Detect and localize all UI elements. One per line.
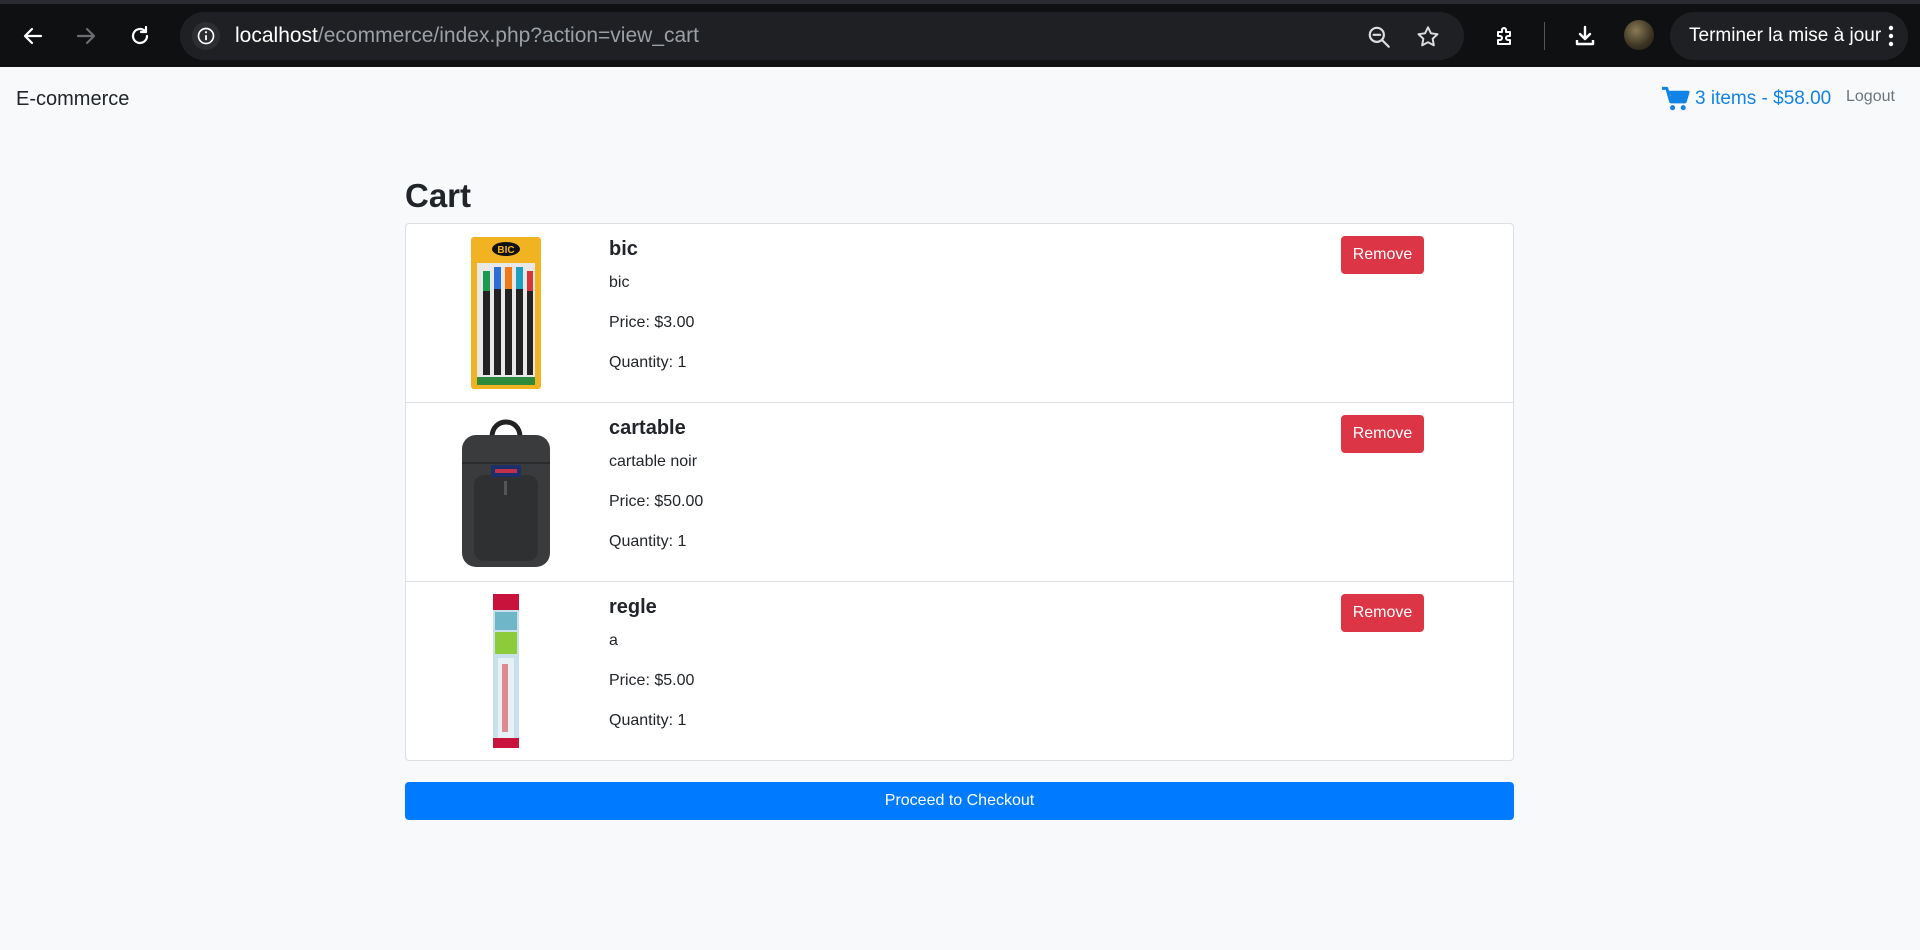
product-image-backpack bbox=[446, 413, 566, 571]
product-image-ruler bbox=[446, 592, 566, 750]
cart-item: BIC bic bic Price: $3.00 Quantity: 1 Rem… bbox=[406, 224, 1513, 403]
address-bar[interactable]: localhost/ecommerce/index.php?action=vie… bbox=[180, 12, 1464, 60]
item-description: cartable noir bbox=[609, 453, 698, 470]
download-icon[interactable] bbox=[1567, 18, 1603, 54]
svg-text:BIC: BIC bbox=[497, 245, 514, 256]
item-name: regle bbox=[609, 596, 657, 618]
reload-icon[interactable] bbox=[122, 18, 158, 54]
item-description: a bbox=[609, 632, 618, 649]
url-text[interactable]: localhost/ecommerce/index.php?action=vie… bbox=[235, 24, 699, 48]
cart-summary-text: 3 items - $58.00 bbox=[1695, 88, 1832, 109]
item-quantity: Quantity: 1 bbox=[609, 354, 687, 371]
url-path: /ecommerce/index.php?action=view_cart bbox=[317, 24, 700, 47]
bookmark-star-icon[interactable] bbox=[1415, 24, 1441, 50]
item-description: bic bbox=[609, 274, 630, 291]
logout-link[interactable]: Logout bbox=[1846, 88, 1895, 106]
checkout-button[interactable]: Proceed to Checkout bbox=[405, 782, 1514, 820]
url-host: localhost bbox=[235, 24, 318, 47]
extensions-icon[interactable] bbox=[1487, 18, 1523, 54]
profile-avatar[interactable] bbox=[1624, 20, 1654, 50]
item-price: Price: $3.00 bbox=[609, 314, 695, 331]
item-price: Price: $5.00 bbox=[609, 672, 695, 689]
cart-item: regle a Price: $5.00 Quantity: 1 Remove bbox=[406, 582, 1513, 760]
update-button-label: Terminer la mise à jour bbox=[1689, 25, 1882, 46]
remove-button[interactable]: Remove bbox=[1341, 594, 1424, 632]
back-icon[interactable] bbox=[15, 18, 51, 54]
item-price: Price: $50.00 bbox=[609, 493, 704, 510]
item-name: cartable bbox=[609, 417, 686, 439]
page-title: Cart bbox=[405, 177, 472, 214]
site-info-icon[interactable] bbox=[192, 22, 220, 50]
update-button[interactable]: Terminer la mise à jour bbox=[1670, 12, 1908, 60]
product-image-pencils: BIC bbox=[446, 234, 566, 392]
item-name: bic bbox=[609, 238, 638, 260]
cart-items-list: BIC bic bic Price: $3.00 Quantity: 1 Rem… bbox=[405, 223, 1514, 761]
browser-toolbar: localhost/ecommerce/index.php?action=vie… bbox=[0, 0, 1920, 67]
zoom-icon[interactable] bbox=[1366, 24, 1392, 50]
shopping-cart-icon bbox=[1661, 86, 1690, 111]
site-brand[interactable]: E-commerce bbox=[16, 88, 129, 111]
remove-button[interactable]: Remove bbox=[1341, 415, 1424, 453]
forward-icon[interactable] bbox=[68, 18, 104, 54]
cart-item: cartable cartable noir Price: $50.00 Qua… bbox=[406, 403, 1513, 582]
toolbar-divider bbox=[1544, 22, 1545, 50]
cart-summary-link[interactable]: 3 items - $58.00 bbox=[1661, 84, 1831, 114]
remove-button[interactable]: Remove bbox=[1341, 236, 1424, 274]
item-quantity: Quantity: 1 bbox=[609, 712, 687, 729]
item-quantity: Quantity: 1 bbox=[609, 533, 687, 550]
more-menu-icon[interactable] bbox=[1888, 24, 1894, 48]
